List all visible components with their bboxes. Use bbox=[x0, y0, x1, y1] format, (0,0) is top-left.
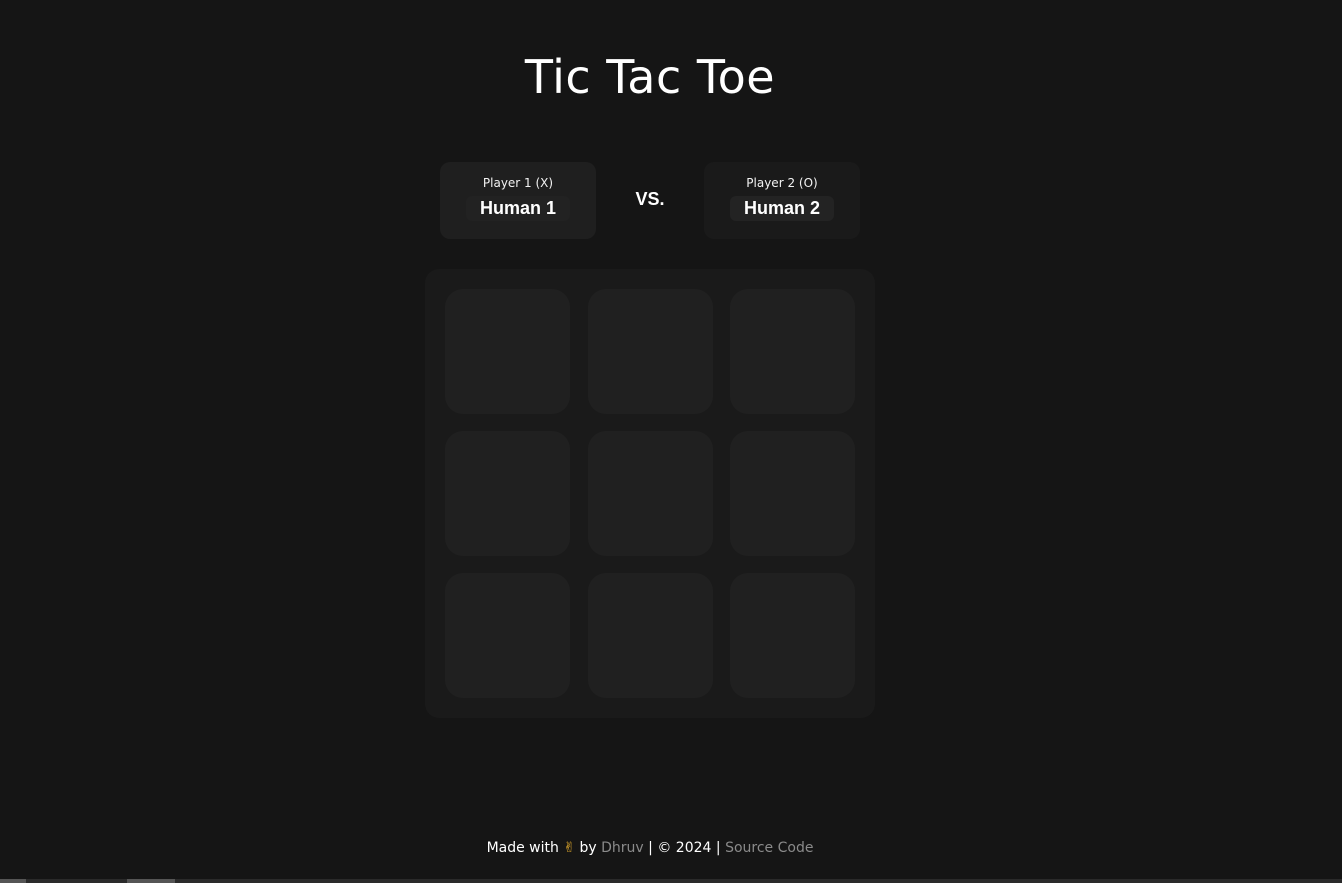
footer-by: by bbox=[579, 840, 597, 856]
source-code-link[interactable]: Source Code bbox=[725, 840, 813, 856]
player-1-label: Player 1 (X) bbox=[482, 176, 554, 190]
board-cell-1[interactable] bbox=[445, 289, 570, 414]
vs-label: VS. bbox=[635, 189, 665, 209]
horizontal-scrollbar[interactable] bbox=[0, 879, 1342, 883]
player-1-name[interactable]: Human 1 bbox=[465, 196, 571, 221]
board-cell-6[interactable] bbox=[730, 431, 855, 556]
player-2-label: Player 2 (O) bbox=[746, 176, 818, 190]
footer-made-with: Made with bbox=[486, 840, 559, 856]
victory-hand-icon: ✌ bbox=[563, 840, 576, 856]
footer-separator-1: | bbox=[648, 840, 653, 856]
board-cell-5[interactable] bbox=[588, 431, 713, 556]
player-2-name[interactable]: Human 2 bbox=[729, 196, 835, 221]
scrollbar-thumb[interactable] bbox=[127, 879, 175, 883]
board-cell-2[interactable] bbox=[588, 289, 713, 414]
footer-separator-2: | bbox=[715, 840, 721, 856]
scrollbar-segment[interactable] bbox=[0, 879, 26, 883]
player-1-card: Player 1 (X) Human 1 bbox=[440, 162, 596, 239]
board-cell-7[interactable] bbox=[445, 573, 570, 698]
player-2-card: Player 2 (O) Human 2 bbox=[704, 162, 860, 239]
footer: Made with ✌ by Dhruv | © 2024 | Source C… bbox=[0, 840, 1300, 856]
game-board bbox=[425, 269, 875, 718]
page-title: Tic Tac Toe bbox=[524, 50, 776, 104]
board-cell-9[interactable] bbox=[730, 573, 855, 698]
board-cell-4[interactable] bbox=[445, 431, 570, 556]
footer-copyright: © 2024 bbox=[657, 840, 712, 856]
board-cell-8[interactable] bbox=[588, 573, 713, 698]
author-link[interactable]: Dhruv bbox=[601, 840, 644, 856]
page: Tic Tac Toe Player 1 (X) Human 1 VS. Pla… bbox=[0, 0, 1342, 883]
board-cell-3[interactable] bbox=[730, 289, 855, 414]
